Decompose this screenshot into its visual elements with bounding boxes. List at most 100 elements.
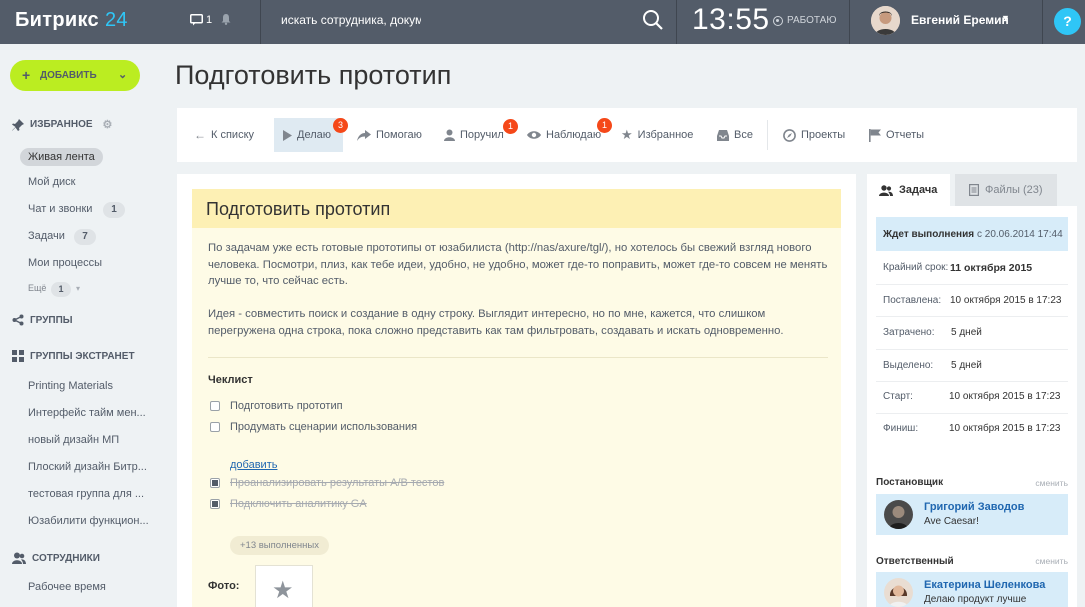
- tabs-divider: [767, 120, 768, 150]
- back-to-list-link[interactable]: ← К списку: [194, 108, 254, 162]
- divider: [876, 284, 1068, 285]
- checkbox-checked[interactable]: [210, 499, 220, 509]
- user-avatar[interactable]: [871, 6, 900, 35]
- task-info-panel: Задача Файлы (23) Ждет выполнения с 20.0…: [867, 174, 1077, 607]
- avatar[interactable]: [884, 500, 913, 529]
- checkbox[interactable]: [210, 422, 220, 432]
- status-badge: Ждет выполнения с 20.06.2014 17:44: [876, 217, 1068, 251]
- top-bar: Битрикс24 1 искать сотрудника, документ …: [0, 0, 1085, 44]
- bell-icon: [221, 14, 231, 25]
- flag-icon: [869, 128, 881, 142]
- user-name[interactable]: Евгений Еремин: [911, 13, 1009, 27]
- tab-favorite[interactable]: ★ Избранное: [621, 108, 693, 162]
- topbar-divider: [849, 0, 850, 44]
- task-description: Идея - совместить поиск и создание в одн…: [208, 308, 784, 337]
- tab-helping[interactable]: Помогаю: [357, 108, 422, 162]
- gear-icon[interactable]: ⚙: [103, 118, 113, 131]
- checklist-item-done[interactable]: Подключить аналитику GA: [210, 498, 367, 510]
- task-description: По задачам уже есть готовые прототипы от…: [208, 242, 828, 287]
- change-creator-link[interactable]: сменить: [1035, 478, 1068, 488]
- sidebar: + ДОБАВИТЬ ⌄ ИЗБРАННОЕ ⚙ Живая лента Мой…: [0, 44, 160, 607]
- responsible-title: Ответственный: [876, 556, 954, 567]
- inbox-icon: [717, 129, 729, 141]
- message-icon: [190, 14, 203, 26]
- users-icon: [879, 184, 893, 196]
- tab-projects[interactable]: Проекты: [783, 108, 845, 162]
- compass-icon: [783, 128, 796, 142]
- sidebar-item-my-disk[interactable]: Мой диск: [28, 176, 75, 188]
- sidebar-item-work-time[interactable]: Рабочее время: [28, 581, 106, 593]
- more-button[interactable]: Ещё: [28, 283, 46, 293]
- employees-title[interactable]: СОТРУДНИКИ: [12, 552, 100, 564]
- extranet-title[interactable]: ГРУППЫ ЭКСТРАНЕТ: [12, 350, 135, 362]
- checklist-item[interactable]: Подготовить прототип: [210, 400, 343, 412]
- responsible-card[interactable]: Екатерина Шеленкова Делаю продукт лучше: [876, 572, 1068, 607]
- sidebar-item-chat[interactable]: Чат и звонки: [28, 203, 92, 215]
- info-created: Поставлена: 10 октября 2015 в 17:23: [883, 295, 1062, 306]
- creator-title: Постановщик: [876, 477, 944, 488]
- user-icon: [444, 129, 455, 141]
- plus-icon: +: [22, 67, 31, 83]
- avatar[interactable]: [884, 578, 913, 607]
- responsible-name[interactable]: Екатерина Шеленкова: [924, 579, 1045, 591]
- checklist-item[interactable]: Продумать сценарии использования: [210, 421, 417, 433]
- page-title: Подготовить прототип: [175, 60, 452, 90]
- help-button[interactable]: ?: [1054, 8, 1081, 35]
- task-body: Подготовить прототип По задачам уже есть…: [192, 189, 841, 607]
- sidebar-item-live-feed[interactable]: Живая лента: [20, 148, 103, 166]
- checkbox-checked[interactable]: [210, 478, 220, 488]
- star-icon: ★: [621, 127, 633, 142]
- tab-reports[interactable]: Отчеты: [869, 108, 924, 162]
- add-button[interactable]: + ДОБАВИТЬ ⌄: [10, 60, 140, 91]
- search-button[interactable]: [642, 9, 666, 33]
- tab-all[interactable]: Все: [717, 108, 753, 162]
- tab-watching[interactable]: Наблюдаю: [527, 108, 601, 162]
- share-arrow-icon: [357, 129, 371, 141]
- tab-files[interactable]: Файлы (23): [955, 174, 1057, 206]
- info-deadline: Крайний срок: 11 октября 2015: [883, 262, 1033, 274]
- chevron-down-icon[interactable]: ▾: [76, 284, 80, 293]
- sidebar-item-extranet[interactable]: Printing Materials: [28, 380, 113, 392]
- show-completed-button[interactable]: +13 выполненных: [230, 536, 329, 555]
- checkbox[interactable]: [210, 401, 220, 411]
- sidebar-item-extranet[interactable]: Юзабилити функцион...: [28, 515, 149, 527]
- sidebar-item-extranet[interactable]: тестовая группа для ...: [28, 488, 144, 500]
- file-icon: [969, 184, 979, 196]
- sidebar-item-tasks[interactable]: Задачи: [28, 230, 65, 242]
- logo[interactable]: Битрикс 24: [15, 9, 128, 32]
- chevron-down-icon[interactable]: ▼: [1001, 13, 1010, 23]
- divider: [208, 357, 828, 358]
- add-checklist-item-link[interactable]: добавить: [230, 459, 277, 471]
- users-icon: [12, 552, 26, 564]
- creator-name[interactable]: Григорий Заводов: [924, 501, 1024, 513]
- favorites-title[interactable]: ИЗБРАННОЕ ⚙: [12, 118, 112, 131]
- change-responsible-link[interactable]: сменить: [1035, 556, 1068, 566]
- divider: [876, 413, 1068, 414]
- tab-task[interactable]: Задача: [867, 174, 950, 206]
- search-input[interactable]: искать сотрудника, документ: [281, 13, 421, 27]
- arrow-left-icon: ←: [194, 128, 206, 142]
- assigned-badge: 1: [503, 119, 518, 134]
- work-status[interactable]: РАБОТАЮ: [773, 15, 836, 26]
- photo-thumbnail[interactable]: ★: [255, 565, 313, 607]
- checklist-item-done[interactable]: Проанализировать результаты A/B тестов: [210, 477, 444, 489]
- sidebar-item-extranet[interactable]: Плоский дизайн Битр...: [28, 461, 147, 473]
- clock[interactable]: 13:55: [692, 3, 770, 37]
- topbar-divider: [260, 0, 261, 44]
- groups-title[interactable]: ГРУППЫ: [12, 314, 73, 326]
- watching-badge: 1: [597, 118, 612, 133]
- more-count-badge: 1: [51, 282, 71, 297]
- sidebar-item-extranet[interactable]: Интерфейс тайм мен...: [28, 407, 146, 419]
- tab-assigned[interactable]: Поручил: [444, 108, 504, 162]
- status-icon: [773, 15, 783, 26]
- messages-button[interactable]: 1: [190, 14, 212, 26]
- chat-count-badge: 1: [103, 202, 125, 218]
- creator-card[interactable]: Григорий Заводов Ave Caesar!: [876, 494, 1068, 535]
- notifications-button[interactable]: [221, 13, 231, 28]
- sidebar-item-extranet[interactable]: новый дизайн МП: [28, 434, 119, 446]
- info-finish: Финиш: 10 октября 2015 в 17:23: [883, 423, 1061, 434]
- sidebar-item-processes[interactable]: Мои процессы: [28, 257, 102, 269]
- hierarchy-icon: [12, 350, 24, 362]
- tab-doing[interactable]: Делаю: [283, 108, 331, 162]
- divider: [876, 381, 1068, 382]
